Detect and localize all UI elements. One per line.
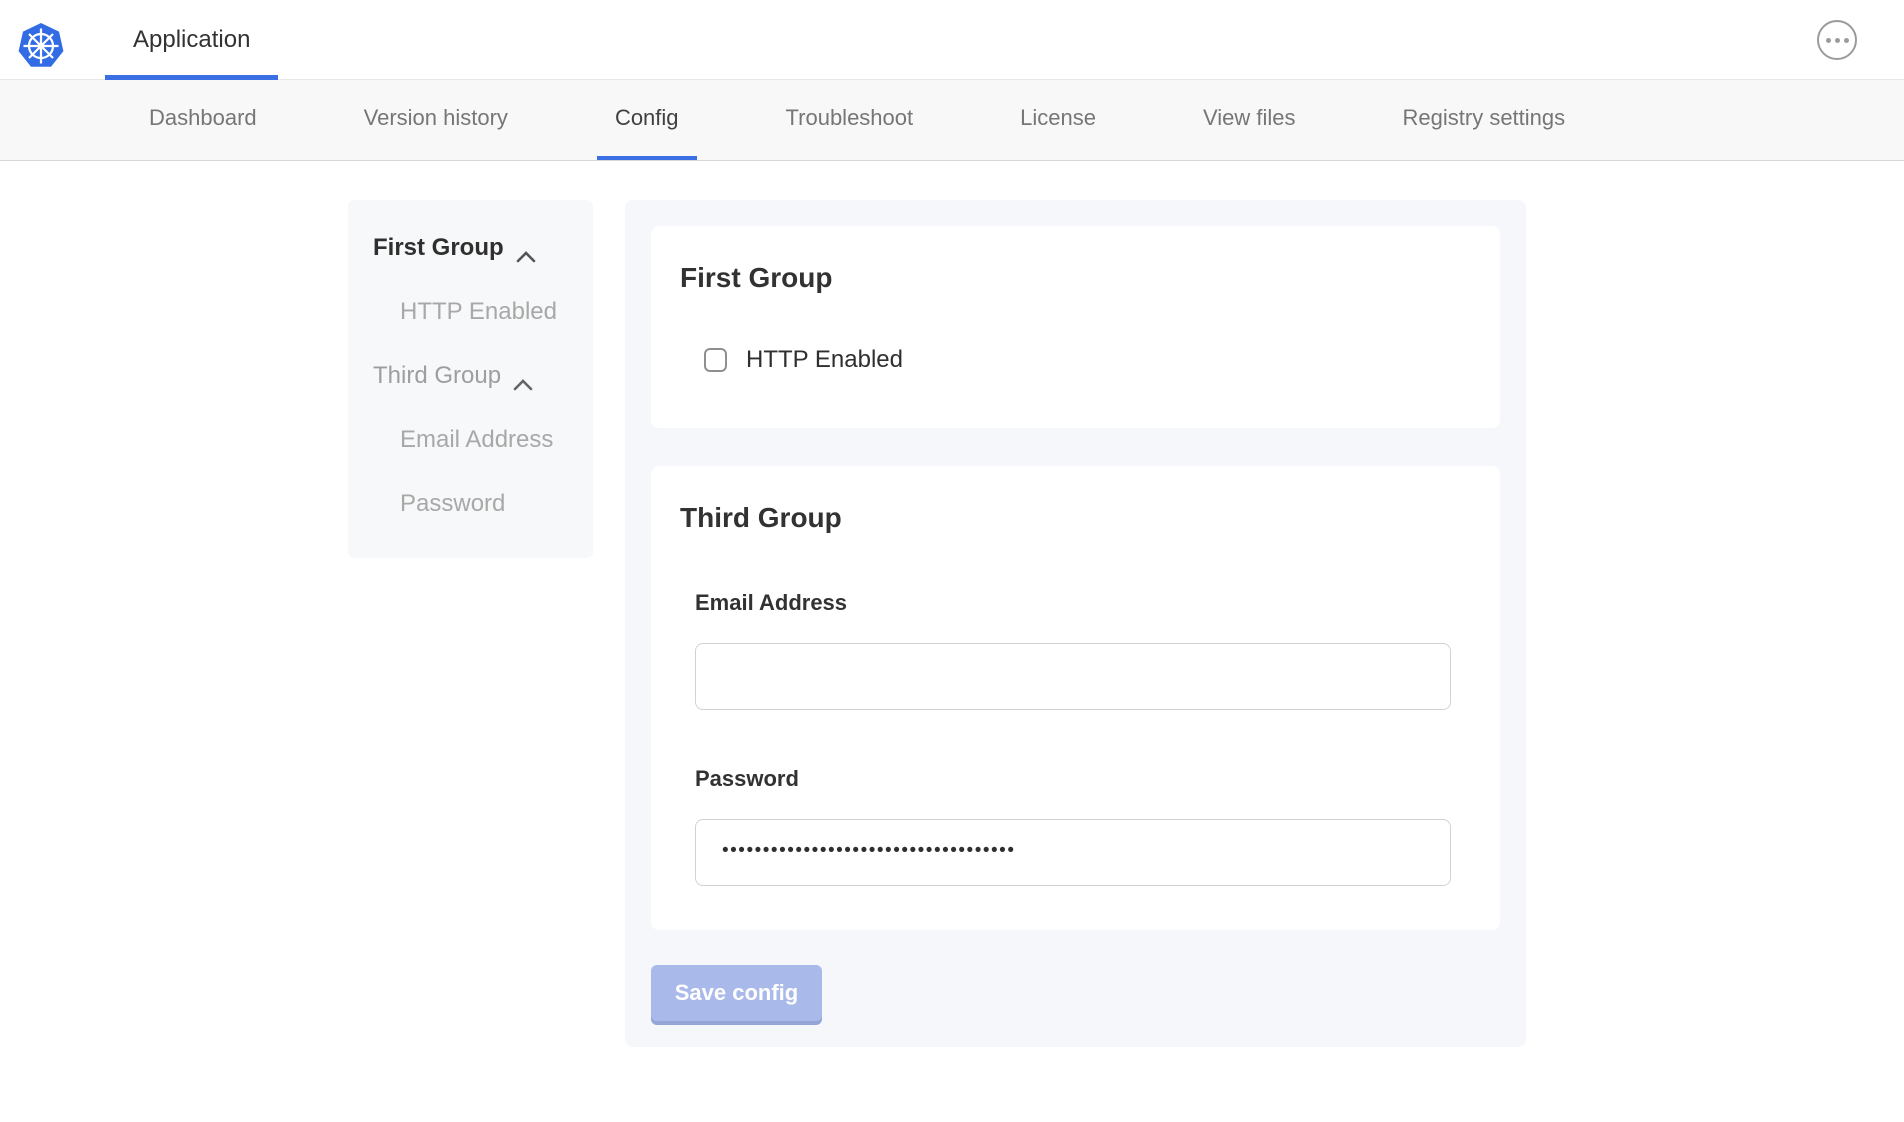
nav-group-third-group[interactable]: Third Group bbox=[373, 362, 573, 390]
save-config-button[interactable]: Save config bbox=[651, 965, 822, 1021]
email-address-input[interactable] bbox=[695, 643, 1451, 710]
tab-config[interactable]: Config bbox=[597, 80, 697, 160]
nav-group-label: Third Group bbox=[373, 362, 501, 390]
password-input[interactable]: •••••••••••••••••••••••••••••••••••• bbox=[695, 819, 1451, 886]
config-form-panel: First Group HTTP Enabled Third Group Ema… bbox=[625, 200, 1526, 1047]
tab-dashboard[interactable]: Dashboard bbox=[131, 80, 275, 160]
group-title: Third Group bbox=[680, 502, 1471, 534]
http-enabled-checkbox[interactable] bbox=[704, 348, 727, 372]
tab-view-files[interactable]: View files bbox=[1185, 80, 1314, 160]
password-field-group: Password •••••••••••••••••••••••••••••••… bbox=[695, 766, 1471, 886]
nav-group-label: First Group bbox=[373, 234, 504, 262]
field-label: Email Address bbox=[695, 590, 1471, 616]
ellipsis-icon bbox=[1826, 38, 1831, 43]
email-address-field-group: Email Address bbox=[695, 590, 1471, 710]
tab-troubleshoot[interactable]: Troubleshoot bbox=[768, 80, 932, 160]
tab-registry-settings[interactable]: Registry settings bbox=[1385, 80, 1584, 160]
field-label: Password bbox=[695, 766, 1471, 792]
config-group-card-first-group: First Group HTTP Enabled bbox=[651, 226, 1500, 428]
tab-version-history[interactable]: Version history bbox=[346, 80, 526, 160]
app-nav-tab-application[interactable]: Application bbox=[105, 0, 278, 79]
checkbox-label: HTTP Enabled bbox=[746, 346, 903, 374]
chevron-up-icon bbox=[513, 370, 533, 382]
config-group-card-third-group: Third Group Email Address Password •••••… bbox=[651, 466, 1500, 930]
config-group-nav: First Group HTTP Enabled Third Group Ema… bbox=[348, 200, 593, 558]
config-page: First Group HTTP Enabled Third Group Ema… bbox=[0, 161, 1904, 1047]
kubernetes-logo-icon bbox=[14, 20, 68, 70]
nav-group-first-group[interactable]: First Group bbox=[373, 234, 573, 262]
group-title: First Group bbox=[680, 262, 1471, 294]
kots-admin-console: Application Dashboard Version history Co… bbox=[0, 0, 1904, 1122]
password-masked-value: •••••••••••••••••••••••••••••••••••• bbox=[722, 841, 1015, 860]
header-spacer bbox=[278, 0, 1817, 79]
overflow-menu-button[interactable] bbox=[1817, 20, 1857, 60]
tab-license[interactable]: License bbox=[1002, 80, 1114, 160]
chevron-up-icon bbox=[516, 242, 536, 254]
nav-item-password[interactable]: Password bbox=[400, 490, 573, 518]
app-tabbar: Dashboard Version history Config Trouble… bbox=[0, 80, 1904, 161]
app-tab-label: Application bbox=[133, 26, 250, 54]
app-header: Application bbox=[0, 0, 1904, 80]
nav-item-email-address[interactable]: Email Address bbox=[400, 426, 573, 454]
nav-item-http-enabled[interactable]: HTTP Enabled bbox=[400, 298, 573, 326]
http-enabled-checkbox-row[interactable]: HTTP Enabled bbox=[704, 346, 1471, 374]
